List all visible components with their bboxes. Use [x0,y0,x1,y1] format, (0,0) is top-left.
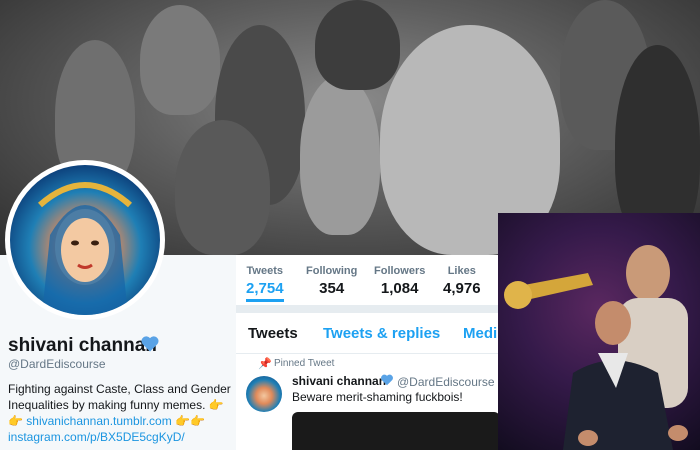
profile-name: shivani channan [8,335,157,356]
tab-media[interactable]: Medi [463,325,497,342]
pointing-hand-icon: 👉 [8,414,23,428]
inset-photo-art [504,245,688,450]
stat-label: Followers [374,265,426,277]
stat-value: 354 [319,280,345,297]
pointing-hand-icon: 👉 [175,414,191,428]
heart-emoji-icon [141,336,159,352]
inset-photo [498,213,700,450]
profile-nav-bar: Tweets 2,754 Following 354 Followers 1,0… [236,255,500,306]
pointing-hand-icon: 👉 [190,414,205,428]
pinned-tweet[interactable]: 📌 Pinned Tweet shivani channan @DardEdis… [236,354,513,450]
tweet-media[interactable] [292,412,500,450]
tweet-author[interactable]: shivani channan [292,374,386,388]
stat-value: 1,084 [380,280,419,297]
tweet-handle[interactable]: @DardEdiscourse · S [397,375,513,389]
stat-tweets[interactable]: Tweets 2,754 [246,265,284,302]
tumblr-link[interactable]: shivanichannan.tumblr.com [26,414,171,428]
heart-emoji-icon [381,374,393,386]
stat-label: Tweets [246,265,284,277]
instagram-link[interactable]: instagram.com/p/BX5DE5cgKyD/ [8,430,185,444]
tab-tweets[interactable]: Tweets [248,325,298,342]
tab-tweets-replies[interactable]: Tweets & replies [323,325,440,342]
avatar-art [38,182,132,315]
pin-icon: 📌 [258,358,272,370]
profile-avatar[interactable] [5,160,165,320]
tweet-text: Beware merit-shaming fuckbois! [292,390,463,404]
tweet-avatar[interactable] [246,376,282,412]
bio-text: Fighting against Caste, Class and Gender… [8,382,231,412]
stat-following[interactable]: Following 354 [306,265,357,297]
stat-followers[interactable]: Followers 1,084 [374,265,425,297]
profile-bio: Fighting against Caste, Class and Gender… [8,381,233,445]
stat-value: 4,976 [443,280,481,297]
stat-value: 2,754 [246,280,284,297]
pinned-label: Pinned Tweet [274,358,335,369]
active-underline [246,299,284,302]
profile-handle: @DardEdiscourse [8,357,106,371]
stat-likes[interactable]: Likes 4,976 [443,265,481,297]
pointing-hand-icon: 👉 [208,398,224,412]
stat-label: Following [306,265,358,277]
timeline-tabs: Tweets Tweets & replies Medi [236,313,500,354]
stat-label: Likes [447,265,476,277]
